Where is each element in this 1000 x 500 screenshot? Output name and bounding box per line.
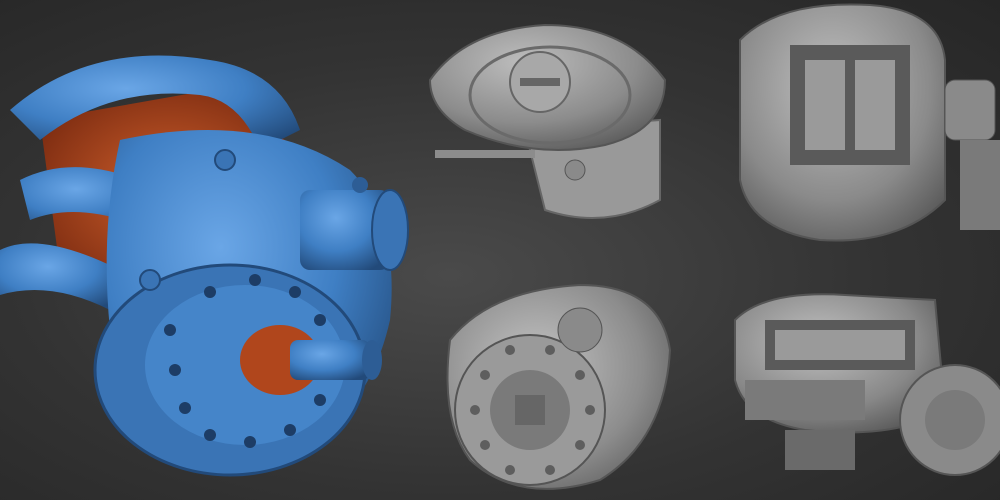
reel-scan-side-view — [430, 280, 690, 500]
reel-blue-model — [0, 55, 409, 477]
reel-grey-model-side — [446, 283, 672, 490]
reel-scan-bottom-view — [725, 290, 1000, 500]
reel-scan-top-view-a — [425, 10, 675, 230]
scan-viewport — [0, 0, 1000, 500]
reel-grey-model-front — [739, 3, 1000, 242]
reel-scan-top-view-b — [720, 0, 1000, 245]
reel-scan-main-view — [0, 30, 420, 480]
reel-grey-model-top — [428, 23, 667, 219]
reel-grey-model-bottom — [734, 293, 1000, 476]
